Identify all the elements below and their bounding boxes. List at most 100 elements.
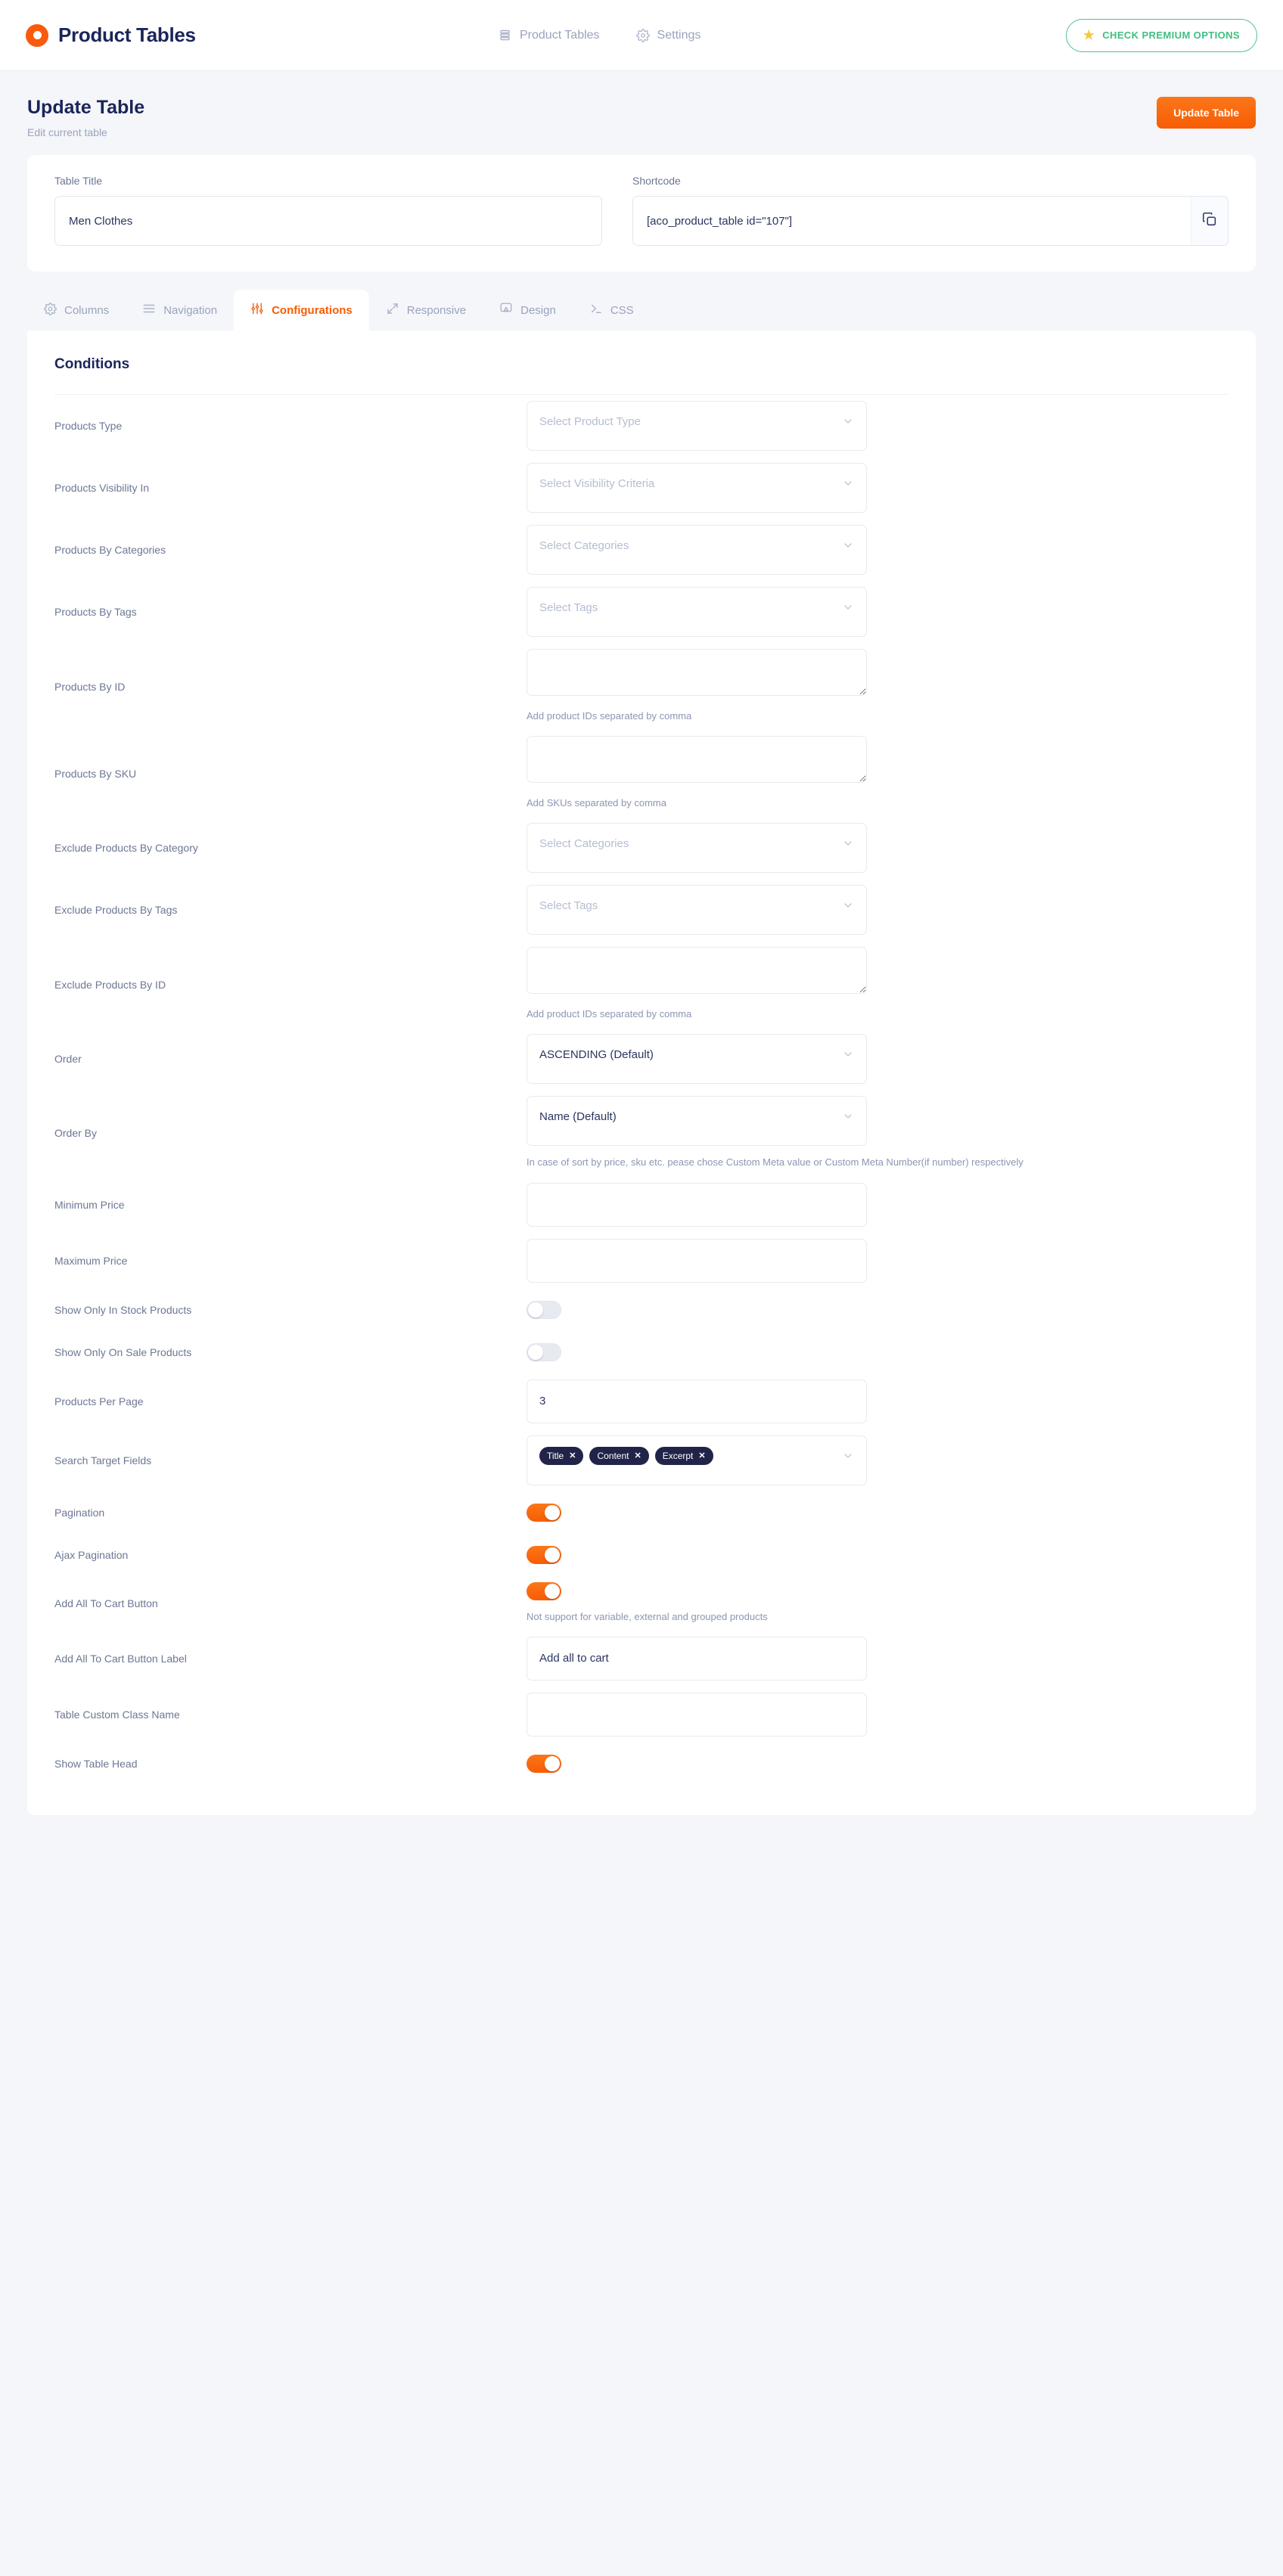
chip-remove-icon[interactable]: ✕ (634, 1451, 641, 1460)
toggle-add-all-to-cart-button[interactable] (527, 1581, 561, 1600)
setting-label-search-target-fields: Search Target Fields (54, 1454, 152, 1466)
setting-control-exclude-products-by-tags: Select Tags (527, 885, 1229, 936)
chip-excerpt[interactable]: Excerpt ✕ (654, 1446, 713, 1465)
tab-navigation[interactable]: Navigation (126, 290, 234, 331)
page-subtitle: Edit current table (27, 126, 107, 138)
tab-responsive[interactable]: Responsive (369, 290, 483, 331)
tab-css[interactable]: CSS (573, 290, 651, 331)
select-search-target-fields[interactable]: Title ✕ Content ✕ Excerpt ✕ (527, 1435, 867, 1485)
table-title-field: Table Title (54, 175, 602, 246)
chip-label-excerpt: Excerpt (662, 1450, 694, 1461)
textarea-products-by-sku[interactable] (527, 736, 867, 784)
tab-design[interactable]: Design (483, 290, 573, 331)
setting-row-pagination: Pagination (54, 1491, 1229, 1534)
star-icon: ★ (1083, 28, 1095, 42)
chevron-down-icon (842, 1110, 854, 1126)
setting-control-minimum-price (527, 1182, 1229, 1227)
top-bar: Product Tables Product Tables Settings ★… (0, 0, 1283, 71)
toggle-knob (545, 1547, 560, 1563)
setting-control-order: ASCENDING (Default) (527, 1034, 1229, 1085)
sliders-icon (250, 302, 264, 318)
check-premium-options-button[interactable]: ★ CHECK PREMIUM OPTIONS (1065, 18, 1257, 52)
tab-columns[interactable]: Columns (27, 290, 126, 331)
toggle-show-table-head[interactable] (527, 1754, 561, 1773)
copy-icon (1201, 211, 1218, 231)
setting-control-show-only-on-sale-products (527, 1342, 1229, 1361)
toggle-ajax-pagination[interactable] (527, 1545, 561, 1564)
textarea-products-by-id[interactable] (527, 649, 867, 696)
setting-row-add-all-to-cart-button-label: Add All To Cart Button Label (54, 1631, 1229, 1687)
select-exclude-products-by-category[interactable]: Select Categories (527, 823, 867, 874)
select-products-by-tags[interactable]: Select Tags (527, 587, 867, 637)
select-order-by[interactable]: Name (Default) (527, 1096, 867, 1147)
list-icon (499, 29, 512, 42)
input-minimum-price[interactable] (527, 1182, 867, 1227)
setting-control-products-by-tags: Select Tags (527, 587, 1229, 637)
setting-control-exclude-products-by-category: Select Categories (527, 823, 1229, 874)
settings-rows: Products Type Select Product Type Products… (54, 395, 1229, 1785)
chip-remove-icon[interactable]: ✕ (569, 1451, 576, 1460)
setting-control-products-by-categories: Select Categories (527, 525, 1229, 575)
setting-row-show-only-on-sale-products: Show Only On Sale Products (54, 1331, 1229, 1373)
select-products-by-categories[interactable]: Select Categories (527, 525, 867, 575)
select-exclude-products-by-tags[interactable]: Select Tags (527, 885, 867, 936)
tab-configurations[interactable]: Configurations (234, 290, 369, 331)
input-maximum-price[interactable] (527, 1238, 867, 1283)
select-value-products-by-categories: Select Categories (539, 539, 629, 552)
setting-control-order-by: Name (Default) In case of sort by price, … (527, 1096, 1229, 1170)
select-value-order: ASCENDING (Default) (539, 1048, 654, 1062)
chip-content[interactable]: Content ✕ (589, 1446, 649, 1465)
setting-row-exclude-products-by-category: Exclude Products By Category Select Categ… (54, 817, 1229, 879)
toggle-knob (528, 1302, 543, 1317)
toggle-show-only-in-stock-products[interactable] (527, 1300, 561, 1319)
chip-title[interactable]: Title ✕ (539, 1446, 584, 1465)
select-order[interactable]: ASCENDING (Default) (527, 1034, 867, 1085)
input-add-all-to-cart-button-label[interactable] (527, 1636, 867, 1681)
setting-label-add-all-to-cart-button-label: Add All To Cart Button Label (54, 1652, 187, 1665)
brand-logo[interactable]: Product Tables (26, 23, 196, 47)
setting-row-products-visibility-in: Products Visibility In Select Visibility … (54, 457, 1229, 519)
setting-row-show-only-in-stock-products: Show Only In Stock Products (54, 1289, 1229, 1331)
monitor-icon (499, 302, 513, 318)
setting-label-show-only-on-sale-products: Show Only On Sale Products (54, 1345, 192, 1358)
nav-item-settings[interactable]: Settings (635, 29, 701, 42)
nav-item-product-tables[interactable]: Product Tables (499, 29, 600, 42)
toggle-knob (528, 1344, 543, 1360)
update-table-button[interactable]: Update Table (1157, 97, 1256, 129)
copy-shortcode-button[interactable] (1190, 196, 1229, 246)
product-tables-logo-icon (26, 23, 48, 47)
input-products-per-page[interactable] (527, 1379, 867, 1423)
table-title-input[interactable] (54, 196, 602, 246)
tab-label-navigation: Navigation (163, 303, 218, 317)
chevron-down-icon (842, 837, 854, 853)
toggle-show-only-on-sale-products[interactable] (527, 1342, 561, 1361)
toggle-knob (545, 1504, 560, 1520)
setting-hint-exclude-products-by-id: Add product IDs separated by comma (527, 1008, 692, 1020)
select-value-exclude-products-by-category: Select Categories (539, 837, 629, 851)
select-products-type[interactable]: Select Product Type (527, 401, 867, 451)
setting-hint-order-by: In case of sort by price, sku etc. pease… (527, 1156, 1024, 1169)
tab-label-responsive: Responsive (406, 303, 467, 317)
chip-row: Title ✕ Content ✕ Excerpt ✕ (539, 1446, 713, 1465)
input-table-custom-class-name[interactable] (527, 1692, 867, 1736)
setting-control-show-table-head (527, 1754, 1229, 1773)
toggle-pagination[interactable] (527, 1503, 561, 1522)
shortcode-input[interactable] (632, 196, 1191, 246)
chip-remove-icon[interactable]: ✕ (698, 1451, 705, 1460)
setting-control-products-by-id: Add product IDs separated by comma (527, 649, 1229, 724)
setting-row-products-by-sku: Products By SKU Add SKUs separated by com… (54, 730, 1229, 817)
select-value-order-by: Name (Default) (539, 1110, 617, 1124)
setting-label-add-all-to-cart-button: Add All To Cart Button (54, 1597, 158, 1609)
setting-control-pagination (527, 1503, 1229, 1522)
setting-hint-add-all-to-cart-button: Not support for variable, external and g… (527, 1610, 768, 1622)
page-header: Update Table Edit current table Update T… (0, 71, 1283, 155)
premium-button-label: CHECK PREMIUM OPTIONS (1102, 29, 1240, 41)
menu-icon (142, 302, 156, 318)
textarea-exclude-products-by-id[interactable] (527, 947, 867, 995)
select-products-visibility-in[interactable]: Select Visibility Criteria (527, 463, 867, 513)
setting-hint-products-by-sku: Add SKUs separated by comma (527, 797, 666, 809)
setting-label-table-custom-class-name: Table Custom Class Name (54, 1708, 180, 1721)
setting-label-order: Order (54, 1053, 82, 1066)
gear-icon (44, 303, 57, 318)
select-value-exclude-products-by-tags: Select Tags (539, 899, 598, 913)
